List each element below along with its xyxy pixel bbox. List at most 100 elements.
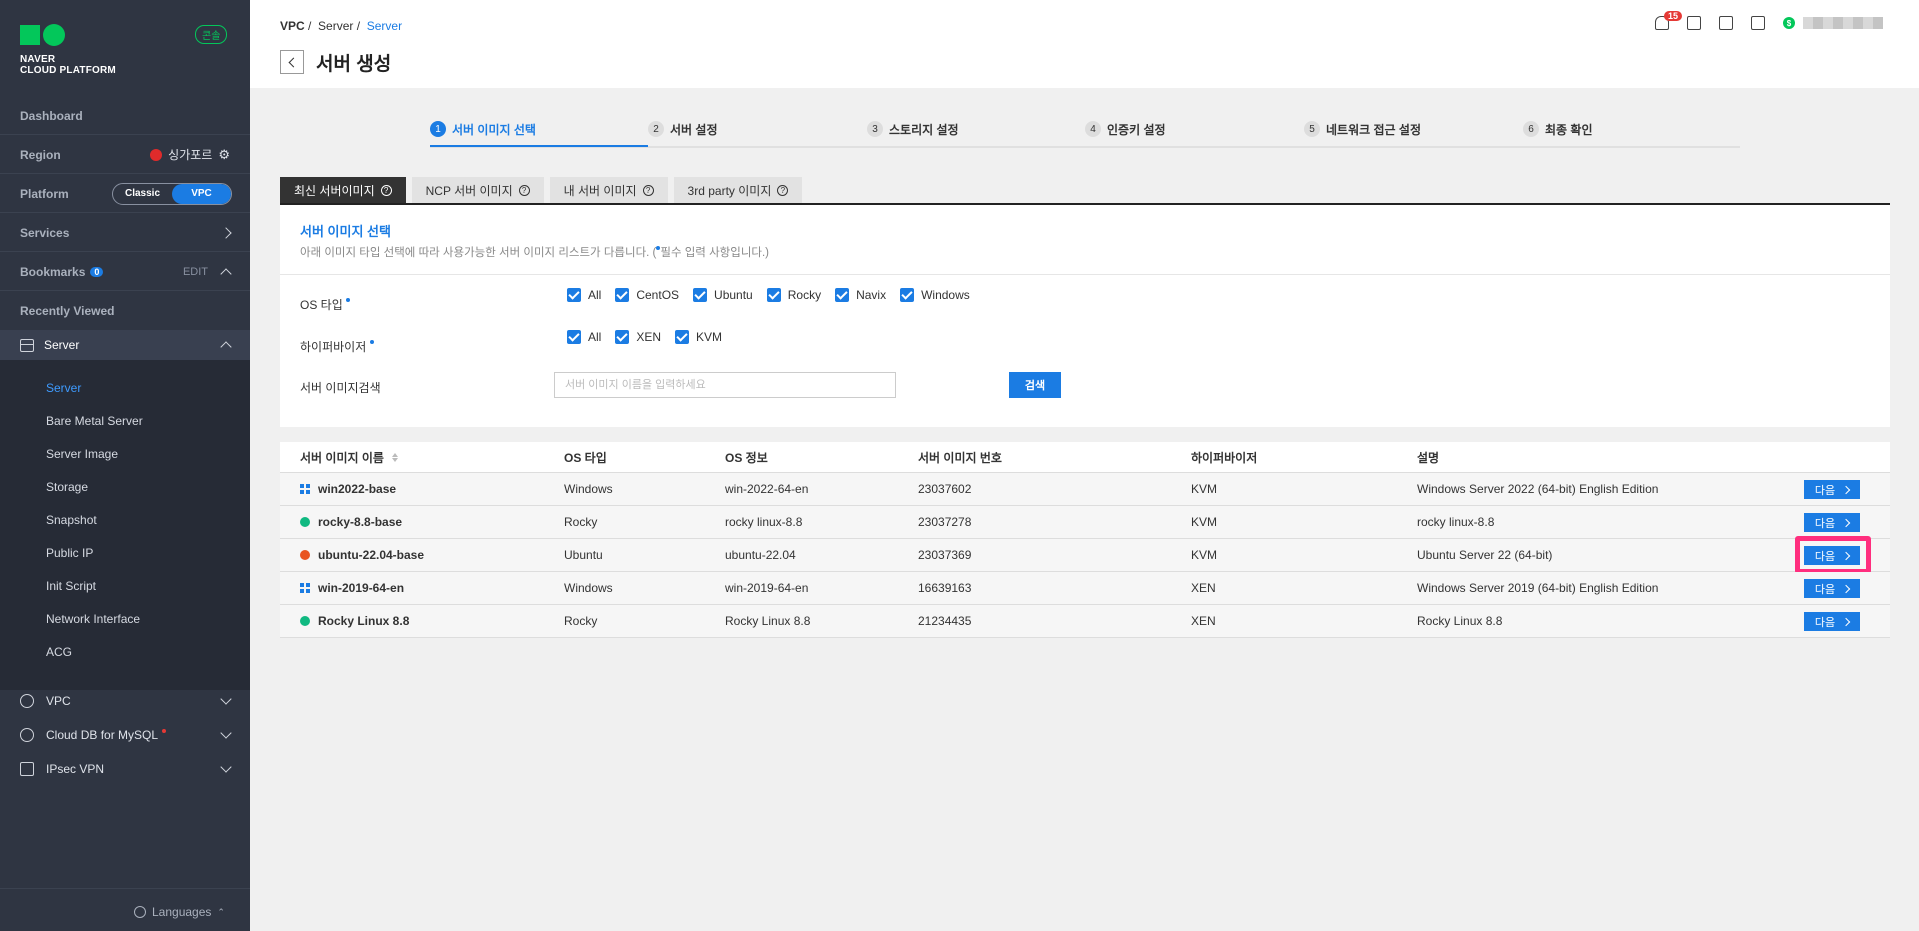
os-checkbox-rocky[interactable]: Rocky: [766, 288, 821, 302]
checkbox-checked-icon[interactable]: [567, 330, 581, 344]
sidebar-item-storage[interactable]: Storage: [46, 480, 88, 494]
sidebar-region[interactable]: Region 싱가포르 ⚙: [0, 136, 250, 174]
naver-cloud-logo[interactable]: NAVER CLOUD PLATFORM: [20, 24, 116, 76]
back-button[interactable]: [280, 50, 304, 74]
image-name-cell: win2022-base: [300, 473, 396, 505]
book-icon[interactable]: [1751, 16, 1765, 30]
os-checkbox-ubuntu[interactable]: Ubuntu: [693, 288, 753, 302]
help-icon[interactable]: ?: [777, 184, 789, 196]
vpc-icon: [20, 694, 34, 708]
checkbox-checked-icon[interactable]: [615, 330, 630, 344]
hypervisor-cell: KVM: [1191, 515, 1218, 529]
os-type-cell: Windows: [564, 581, 613, 595]
checkbox-checked-icon[interactable]: [900, 288, 915, 302]
sidebar-item-init-script[interactable]: Init Script: [46, 579, 96, 593]
bookmarks-count: 0: [90, 266, 104, 277]
checkbox-checked-icon[interactable]: [766, 288, 781, 302]
platform-classic[interactable]: Classic: [113, 184, 172, 204]
image-name-cell: ubuntu-22.04-base: [300, 539, 424, 571]
next-button[interactable]: 다음: [1804, 480, 1860, 499]
hv-checkbox-all[interactable]: All: [567, 330, 601, 344]
sidebar-server-header[interactable]: Server: [0, 330, 250, 360]
os-checkbox-all[interactable]: All: [567, 288, 601, 302]
bookmarks-edit[interactable]: EDIT: [183, 266, 208, 278]
platform-toggle[interactable]: Classic VPC: [112, 182, 232, 205]
sidebar-item-snapshot[interactable]: Snapshot: [46, 513, 97, 527]
step-1[interactable]: 1 서버 이미지 선택: [430, 118, 536, 140]
os-checkbox-navix[interactable]: Navix: [835, 288, 886, 302]
image-number-cell: 23037369: [918, 548, 972, 562]
languages-menu[interactable]: Languages ⌃: [134, 905, 225, 919]
chevron-left-icon: [288, 57, 299, 67]
sidebar-item-network-interface[interactable]: Network Interface: [46, 612, 140, 626]
user-account-menu[interactable]: [1803, 17, 1883, 29]
step-2[interactable]: 2 서버 설정: [648, 118, 718, 140]
hv-checkbox-xen[interactable]: XEN: [615, 330, 661, 344]
sidebar-section-vpc[interactable]: VPC: [0, 684, 250, 718]
next-button[interactable]: 다음: [1804, 513, 1860, 532]
table-row[interactable]: win-2019-64-en Windows win-2019-64-en 16…: [280, 572, 1890, 605]
chat-icon[interactable]: [1687, 16, 1701, 30]
image-name-cell: Rocky Linux 8.8: [300, 605, 409, 637]
tab-3rd-party-image[interactable]: 3rd party 이미지?: [673, 177, 803, 203]
sidebar-dashboard[interactable]: Dashboard: [0, 97, 250, 135]
sidebar-item-public-ip[interactable]: Public IP: [46, 546, 93, 560]
platform-vpc[interactable]: VPC: [172, 183, 231, 204]
checkbox-checked-icon[interactable]: [615, 288, 630, 302]
server-group: Server Server Bare Metal Server Server I…: [0, 330, 250, 690]
highlight-box: [1795, 536, 1871, 574]
os-type-cell: Windows: [564, 482, 613, 496]
step-4[interactable]: 4 인증키 설정: [1085, 118, 1166, 140]
tab-my-server-image[interactable]: 내 서버 이미지?: [549, 177, 668, 203]
console-badge[interactable]: 콘솔: [195, 25, 228, 44]
os-checkbox-centos[interactable]: CentOS: [615, 288, 679, 302]
column-header-name[interactable]: 서버 이미지 이름: [300, 442, 398, 472]
breadcrumb-server[interactable]: Server: [318, 19, 353, 33]
next-button[interactable]: 다음: [1804, 612, 1860, 631]
database-icon: [20, 728, 34, 742]
edit-document-icon[interactable]: [1719, 16, 1733, 30]
table-row[interactable]: rocky-8.8-base Rocky rocky linux-8.8 230…: [280, 506, 1890, 539]
gear-icon[interactable]: ⚙: [218, 147, 230, 163]
sidebar-section-ipsec-vpn[interactable]: IPsec VPN: [0, 752, 250, 786]
checkbox-checked-icon[interactable]: [675, 330, 690, 344]
sidebar-item-server[interactable]: Server: [46, 381, 81, 395]
tab-ncp-server-image[interactable]: NCP 서버 이미지?: [411, 177, 544, 203]
checkbox-checked-icon[interactable]: [567, 288, 581, 302]
table-row[interactable]: Rocky Linux 8.8 Rocky Rocky Linux 8.8 21…: [280, 605, 1890, 638]
table-row[interactable]: ubuntu-22.04-base Ubuntu ubuntu-22.04 23…: [280, 536, 1890, 574]
chevron-up-icon[interactable]: [220, 267, 232, 280]
breadcrumb-vpc[interactable]: VPC: [280, 19, 305, 33]
sidebar-bookmarks[interactable]: Bookmarks 0 EDIT: [0, 253, 250, 291]
next-button[interactable]: 다음: [1804, 579, 1860, 598]
chevron-up-icon[interactable]: [220, 341, 232, 353]
bell-icon[interactable]: 15: [1655, 11, 1683, 30]
os-checkbox-windows[interactable]: Windows: [900, 288, 970, 302]
sidebar-item-bare-metal-server[interactable]: Bare Metal Server: [46, 414, 143, 428]
sidebar-services[interactable]: Services: [0, 214, 250, 252]
sidebar-item-acg[interactable]: ACG: [46, 645, 72, 659]
step-6[interactable]: 6 최종 확인: [1523, 118, 1593, 140]
search-button[interactable]: 검색: [1009, 372, 1061, 398]
divider: [0, 888, 250, 889]
sidebar-section-cloud-db-mysql[interactable]: Cloud DB for MySQL: [0, 718, 250, 752]
table-row[interactable]: win2022-base Windows win-2022-64-en 2303…: [280, 473, 1890, 506]
hv-checkbox-kvm[interactable]: KVM: [675, 330, 722, 344]
sidebar-item-server-image[interactable]: Server Image: [46, 447, 118, 461]
step-5[interactable]: 5 네트워크 접근 설정: [1304, 118, 1421, 140]
chevron-down-icon: [220, 761, 232, 773]
user-status-icon[interactable]: $: [1783, 17, 1795, 29]
help-icon[interactable]: ?: [642, 184, 654, 196]
checkbox-checked-icon[interactable]: [693, 288, 708, 302]
checkbox-checked-icon[interactable]: [835, 288, 850, 302]
tab-latest-server-image[interactable]: 최신 서버이미지?: [280, 177, 406, 203]
image-search-input[interactable]: [554, 372, 896, 398]
help-icon[interactable]: ?: [380, 184, 392, 196]
chevron-right-icon: [1841, 485, 1851, 494]
description-cell: rocky linux-8.8: [1417, 515, 1495, 529]
sort-icon[interactable]: [391, 452, 398, 462]
breadcrumb: VPC / Server / Server: [280, 19, 403, 33]
breadcrumb-current[interactable]: Server: [367, 19, 402, 33]
step-3[interactable]: 3 스토리지 설정: [867, 118, 959, 140]
help-icon[interactable]: ?: [518, 184, 530, 196]
